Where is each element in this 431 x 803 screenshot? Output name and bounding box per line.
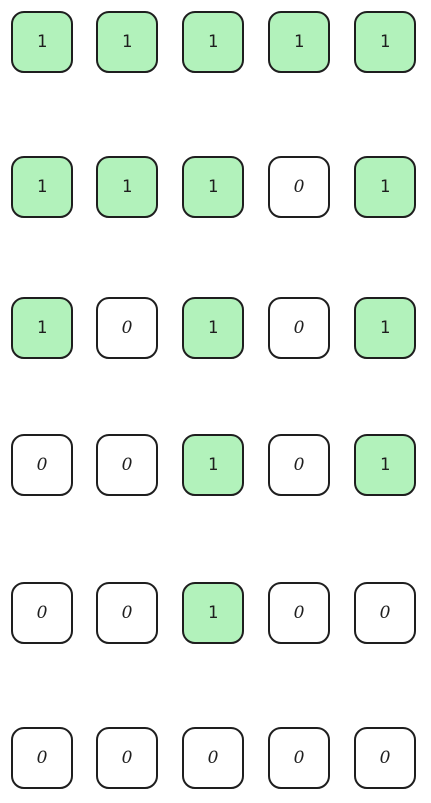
grid-cell: 1 — [182, 582, 244, 644]
grid-cell: 0 — [11, 582, 73, 644]
grid-cell: 1 — [11, 11, 73, 73]
grid-cell: 0 — [96, 297, 158, 359]
grid-cell: 0 — [11, 727, 73, 789]
grid-cell: 0 — [96, 434, 158, 496]
cell-value: 0 — [121, 455, 133, 475]
grid-cell: 0 — [354, 582, 416, 644]
cell-value: 0 — [379, 603, 391, 623]
cell-value: 0 — [36, 603, 48, 623]
grid-cell: 0 — [182, 727, 244, 789]
grid-cell: 0 — [354, 727, 416, 789]
cell-value: 1 — [379, 455, 391, 475]
grid-cell: 1 — [354, 434, 416, 496]
cell-value: 0 — [293, 603, 305, 623]
grid-cell: 0 — [96, 727, 158, 789]
cell-value: 1 — [379, 318, 391, 338]
grid-cell: 1 — [354, 11, 416, 73]
grid-cell: 0 — [11, 434, 73, 496]
cell-value: 0 — [293, 748, 305, 768]
cell-value: 0 — [293, 455, 305, 475]
cell-value: 1 — [379, 32, 391, 52]
cell-value: 0 — [36, 748, 48, 768]
grid-cell: 1 — [182, 11, 244, 73]
cell-value: 1 — [121, 32, 133, 52]
cell-value: 1 — [207, 177, 219, 197]
grid-cell: 0 — [268, 156, 330, 218]
cell-value: 0 — [207, 748, 219, 768]
grid-cell: 1 — [96, 156, 158, 218]
cell-value: 1 — [379, 177, 391, 197]
cell-value: 1 — [207, 455, 219, 475]
cell-value: 1 — [207, 318, 219, 338]
cell-value: 0 — [379, 748, 391, 768]
grid-cell: 0 — [96, 582, 158, 644]
grid-cell: 0 — [268, 727, 330, 789]
cell-value: 0 — [36, 455, 48, 475]
binary-grid: 1 1 1 1 1 1 1 1 0 1 1 0 1 0 1 0 0 1 0 1 0 0 1 0 0 0 0 0 0 0 — [0, 0, 431, 803]
grid-cell: 1 — [268, 11, 330, 73]
cell-value: 0 — [293, 318, 305, 338]
cell-value: 1 — [207, 32, 219, 52]
cell-value: 1 — [36, 318, 48, 338]
cell-value: 0 — [293, 177, 305, 197]
grid-cell: 1 — [182, 156, 244, 218]
cell-value: 1 — [207, 603, 219, 623]
cell-value: 0 — [121, 603, 133, 623]
grid-cell: 1 — [354, 156, 416, 218]
grid-cell: 1 — [11, 156, 73, 218]
grid-cell: 1 — [182, 297, 244, 359]
grid-cell: 1 — [354, 297, 416, 359]
grid-cell: 1 — [182, 434, 244, 496]
cell-value: 1 — [36, 177, 48, 197]
cell-value: 0 — [121, 748, 133, 768]
grid-cell: 0 — [268, 434, 330, 496]
grid-cell: 0 — [268, 297, 330, 359]
cell-value: 1 — [36, 32, 48, 52]
cell-value: 1 — [293, 32, 305, 52]
cell-value: 1 — [121, 177, 133, 197]
grid-cell: 1 — [11, 297, 73, 359]
grid-cell: 1 — [96, 11, 158, 73]
cell-value: 0 — [121, 318, 133, 338]
grid-cell: 0 — [268, 582, 330, 644]
